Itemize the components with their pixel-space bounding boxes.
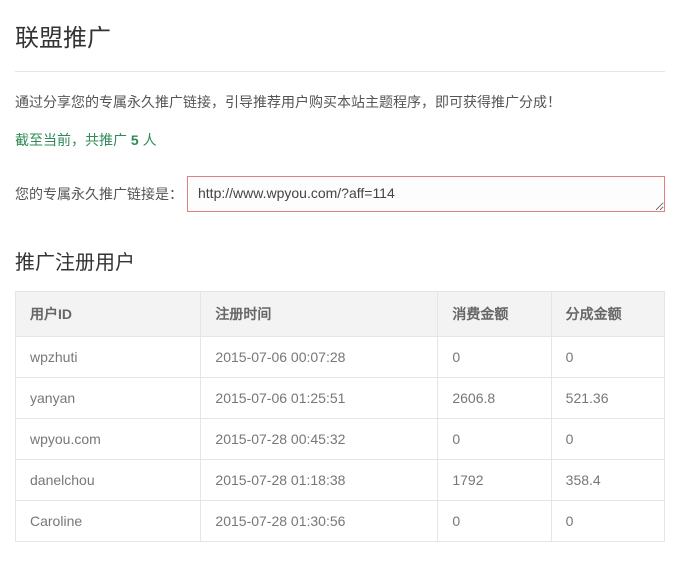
table-row: danelchou 2015-07-28 01:18:38 1792 358.4 [16, 460, 665, 501]
cell-spend: 2606.8 [438, 378, 551, 419]
header-spend: 消费金额 [438, 292, 551, 337]
page-title: 联盟推广 [15, 18, 665, 72]
table-row: yanyan 2015-07-06 01:25:51 2606.8 521.36 [16, 378, 665, 419]
cell-commission: 0 [551, 501, 664, 542]
cell-user-id: yanyan [16, 378, 201, 419]
promo-link-input[interactable] [187, 176, 665, 212]
promo-count-prefix: 截至当前，共推广 [15, 132, 131, 148]
cell-commission: 0 [551, 419, 664, 460]
table-row: Caroline 2015-07-28 01:30:56 0 0 [16, 501, 665, 542]
users-table: 用户ID 注册时间 消费金额 分成金额 wpzhuti 2015-07-06 0… [15, 291, 665, 542]
promo-link-label: 您的专属永久推广链接是： [15, 184, 183, 204]
cell-user-id: danelchou [16, 460, 201, 501]
promo-count-number: 5 [131, 132, 139, 148]
table-row: wpyou.com 2015-07-28 00:45:32 0 0 [16, 419, 665, 460]
cell-reg-time: 2015-07-28 01:30:56 [201, 501, 438, 542]
promo-link-row: 您的专属永久推广链接是： [15, 176, 665, 212]
cell-commission: 358.4 [551, 460, 664, 501]
users-title: 推广注册用户 [15, 246, 665, 275]
cell-reg-time: 2015-07-28 01:18:38 [201, 460, 438, 501]
cell-user-id: wpyou.com [16, 419, 201, 460]
cell-spend: 0 [438, 337, 551, 378]
cell-spend: 1792 [438, 460, 551, 501]
cell-reg-time: 2015-07-06 01:25:51 [201, 378, 438, 419]
promo-count-suffix: 人 [139, 132, 157, 148]
header-user-id: 用户ID [16, 292, 201, 337]
table-row: wpzhuti 2015-07-06 00:07:28 0 0 [16, 337, 665, 378]
cell-reg-time: 2015-07-06 00:07:28 [201, 337, 438, 378]
cell-commission: 0 [551, 337, 664, 378]
promo-count: 截至当前，共推广 5 人 [15, 130, 665, 150]
header-commission: 分成金额 [551, 292, 664, 337]
header-reg-time: 注册时间 [201, 292, 438, 337]
cell-commission: 521.36 [551, 378, 664, 419]
intro-text: 通过分享您的专属永久推广链接，引导推荐用户购买本站主题程序，即可获得推广分成！ [15, 92, 665, 112]
cell-user-id: Caroline [16, 501, 201, 542]
cell-reg-time: 2015-07-28 00:45:32 [201, 419, 438, 460]
cell-user-id: wpzhuti [16, 337, 201, 378]
cell-spend: 0 [438, 501, 551, 542]
cell-spend: 0 [438, 419, 551, 460]
table-header-row: 用户ID 注册时间 消费金额 分成金额 [16, 292, 665, 337]
